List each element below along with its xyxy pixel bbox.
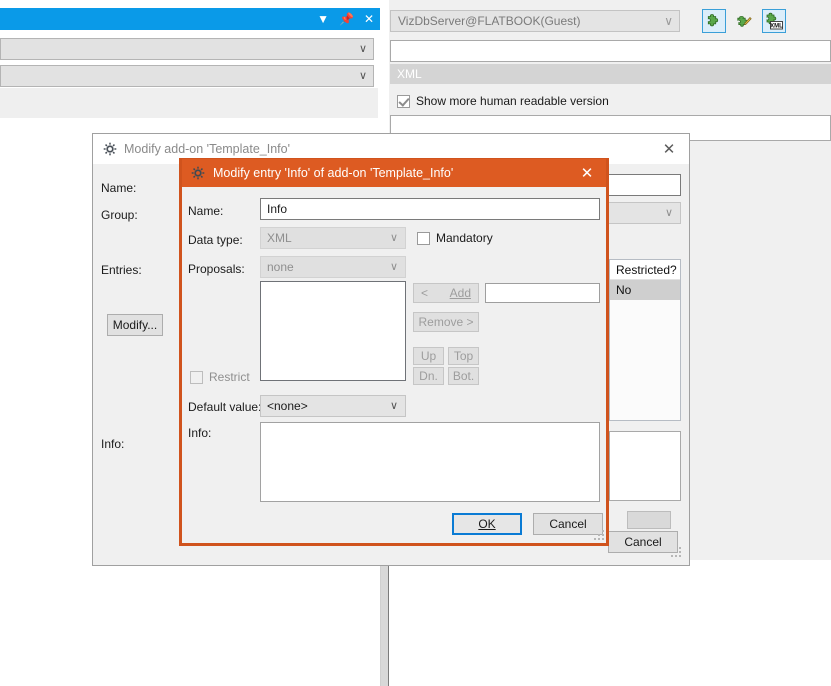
entry-proposals-combo: none ∨	[260, 256, 406, 278]
checkbox-icon[interactable]	[397, 95, 410, 108]
addon-cancel-button[interactable]: Cancel	[608, 531, 678, 553]
addon-group-label: Group:	[101, 208, 138, 222]
close-icon[interactable]: ✕	[364, 13, 374, 25]
entries-table[interactable]: Restricted? No	[609, 259, 681, 421]
left-tool-panel: ▼ 📌 ✕ ∨ ∨	[0, 0, 380, 118]
move-up-button: Up	[413, 347, 444, 365]
left-panel-body	[0, 88, 378, 118]
modify-button-label: Modify...	[113, 318, 157, 332]
splitter-edge	[380, 560, 381, 686]
ok-button-label: OK	[478, 517, 495, 531]
checkbox-icon[interactable]	[417, 232, 430, 245]
mandatory-label: Mandatory	[436, 231, 493, 245]
entry-default-label: Default value:	[188, 400, 261, 414]
entry-name-value: Info	[267, 202, 287, 216]
ok-button[interactable]: OK	[452, 513, 522, 535]
entry-dialog-title: Modify entry 'Info' of add-on 'Template_…	[213, 166, 453, 180]
proposals-listbox[interactable]	[260, 281, 406, 381]
left-combo-2[interactable]: ∨	[0, 65, 374, 87]
down-label: Dn.	[419, 369, 438, 383]
chevron-down-icon[interactable]: ▼	[317, 13, 329, 25]
restrict-label: Restrict	[209, 370, 250, 384]
chevron-down-icon: ∨	[390, 399, 398, 412]
cancel-button[interactable]: Cancel	[533, 513, 603, 535]
move-bottom-button: Bot.	[448, 367, 479, 385]
section-header-xml: XML	[390, 64, 831, 84]
default-value-text: <none>	[267, 399, 308, 413]
table-row[interactable]: No	[610, 280, 680, 300]
puzzle-pencil-icon[interactable]	[732, 9, 756, 33]
add-proposal-button: < Add	[413, 283, 479, 303]
chevron-down-icon: ∨	[359, 69, 367, 82]
chevron-down-icon: ∨	[390, 231, 398, 244]
puzzle-xml-icon[interactable]: XML	[762, 9, 786, 33]
server-connection-combo[interactable]: VizDbServer@FLATBOOK(Guest) ∨	[390, 10, 680, 32]
entry-info-label: Info:	[188, 426, 211, 440]
pin-icon[interactable]: 📌	[339, 13, 354, 25]
entry-name-input[interactable]: Info	[260, 198, 600, 220]
close-icon[interactable]: ✕	[568, 159, 606, 187]
default-value-combo[interactable]: <none> ∨	[260, 395, 406, 417]
gear-icon	[103, 142, 117, 156]
addon-name-label: Name:	[101, 181, 136, 195]
checkbox-icon	[190, 371, 203, 384]
remove-proposal-button: Remove >	[413, 312, 479, 332]
panel-titlebar: ▼ 📌 ✕	[0, 8, 380, 30]
addon-entries-label: Entries:	[101, 263, 142, 277]
add-label: Add	[450, 286, 471, 300]
addon-dialog-title: Modify add-on 'Template_Info'	[124, 142, 290, 156]
right-name-value	[391, 41, 830, 44]
svg-text:XML: XML	[770, 23, 783, 29]
bottom-label: Bot.	[453, 369, 474, 383]
entry-datatype-value: XML	[267, 231, 292, 245]
server-connection-value: VizDbServer@FLATBOOK(Guest)	[398, 14, 580, 28]
entry-datatype-combo: XML ∨	[260, 227, 406, 249]
gear-icon	[191, 166, 205, 180]
entry-dialog-titlebar[interactable]: Modify entry 'Info' of add-on 'Template_…	[182, 159, 606, 187]
restrict-checkbox-row: Restrict	[190, 370, 250, 384]
entry-datatype-label: Data type:	[188, 233, 243, 247]
remove-label: Remove >	[418, 315, 473, 329]
table-header-restricted[interactable]: Restricted?	[610, 260, 680, 280]
chevron-down-icon: ∨	[665, 206, 673, 219]
addon-toolbar: XML	[702, 9, 786, 33]
panel-titlebar-buttons: ▼ 📌 ✕	[317, 8, 374, 30]
chevron-down-icon: ∨	[359, 42, 367, 55]
splitter-line	[388, 560, 389, 686]
human-readable-checkbox-row[interactable]: Show more human readable version	[397, 94, 609, 108]
modify-button[interactable]: Modify...	[107, 314, 163, 336]
chevron-down-icon: ∨	[664, 14, 673, 28]
chevron-down-icon: ∨	[390, 260, 398, 273]
move-top-button: Top	[448, 347, 479, 365]
entry-proposals-label: Proposals:	[188, 262, 245, 276]
right-name-input[interactable]	[390, 40, 831, 62]
proposal-input[interactable]	[485, 283, 600, 303]
vertical-splitter[interactable]	[381, 560, 388, 686]
addon-cancel-label: Cancel	[624, 535, 661, 549]
left-combo-1[interactable]: ∨	[0, 38, 374, 60]
entry-info-textarea[interactable]	[260, 422, 600, 502]
entry-info-value	[261, 423, 599, 426]
puzzle-piece-icon[interactable]	[702, 9, 726, 33]
addon-info-textarea[interactable]	[609, 431, 681, 501]
close-icon[interactable]: ✕	[649, 134, 689, 164]
entry-proposals-value: none	[267, 260, 294, 274]
move-down-button: Dn.	[413, 367, 444, 385]
addon-info-label: Info:	[101, 437, 124, 451]
top-label: Top	[454, 349, 473, 363]
resize-grip[interactable]	[594, 530, 606, 542]
cancel-button-label: Cancel	[549, 517, 586, 531]
mandatory-checkbox-row[interactable]: Mandatory	[417, 231, 493, 245]
up-label: Up	[421, 349, 436, 363]
add-arrow-label: <	[421, 286, 428, 300]
entry-name-label: Name:	[188, 204, 223, 218]
modify-entry-dialog: Modify entry 'Info' of add-on 'Template_…	[179, 158, 609, 546]
human-readable-label: Show more human readable version	[416, 94, 609, 108]
addon-ok-button-obscured[interactable]	[627, 511, 671, 529]
